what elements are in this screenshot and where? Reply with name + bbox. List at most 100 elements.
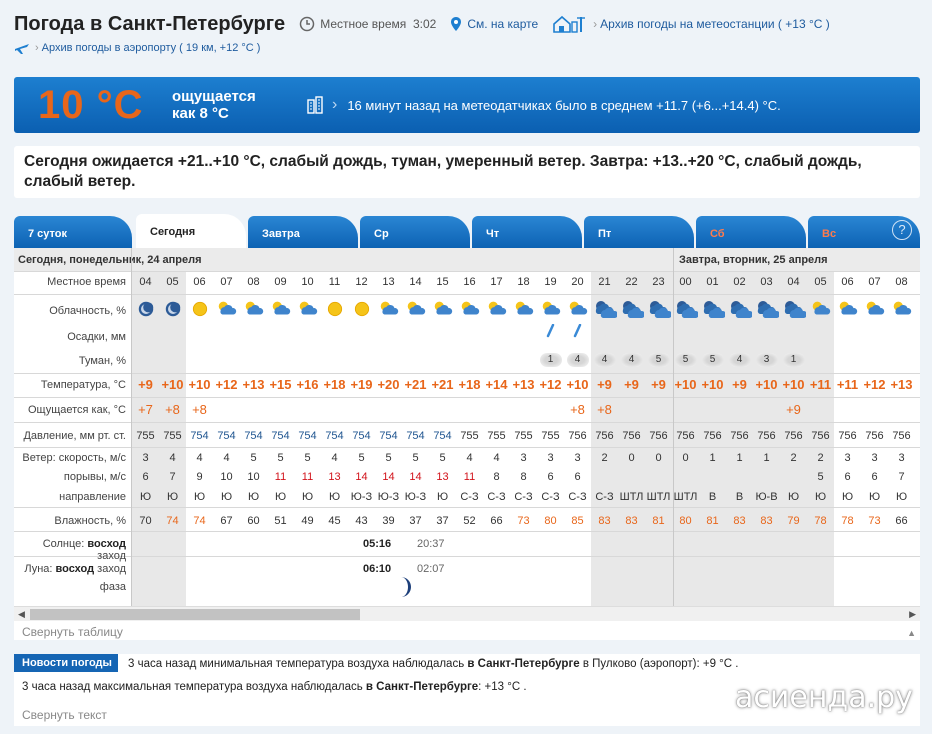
hour-cell: 03 bbox=[760, 276, 773, 288]
direction-cell: Ю bbox=[193, 491, 206, 503]
gusts-cell: 7 bbox=[169, 471, 176, 483]
tab-6[interactable]: Сб bbox=[696, 216, 806, 248]
temperature-cell: +16 bbox=[296, 377, 319, 392]
gusts-cell: 8 bbox=[493, 471, 500, 483]
map-link-label[interactable]: См. на карте bbox=[467, 17, 538, 31]
horizontal-scrollbar[interactable]: ◀ ▶ bbox=[14, 606, 920, 621]
tab-3[interactable]: Ср bbox=[360, 216, 470, 248]
news-text: 3 часа назад максимальная температура во… bbox=[22, 681, 366, 693]
wind-speed-cell: 4 bbox=[223, 452, 230, 464]
sun-cloud-icon bbox=[537, 299, 564, 322]
pressure-cell: 754 bbox=[298, 430, 317, 442]
sun-icon bbox=[321, 299, 348, 322]
fog-value: 4 bbox=[566, 353, 589, 367]
night-cloud-icon bbox=[672, 299, 699, 322]
fog-value: 5 bbox=[647, 353, 670, 367]
chevron-right-icon: › bbox=[35, 42, 39, 54]
gusts-cell: 6 bbox=[871, 471, 878, 483]
collapse-text-link[interactable]: Свернуть текст bbox=[22, 708, 107, 722]
pressure-cell: 756 bbox=[622, 430, 641, 442]
news-text: в Пулково (аэропорт): +9 °C . bbox=[579, 658, 739, 670]
scrollbar-thumb[interactable] bbox=[30, 609, 360, 620]
collapse-table-link[interactable]: Свернуть таблицу bbox=[22, 625, 123, 639]
hour-cell: 22 bbox=[625, 276, 638, 288]
scroll-left-arrow[interactable]: ◀ bbox=[18, 609, 25, 620]
humidity-cell: 37 bbox=[409, 515, 422, 527]
tab-2[interactable]: Завтра bbox=[248, 216, 358, 248]
label-temperature: Температура, °C bbox=[40, 379, 126, 391]
night-cloud-icon bbox=[726, 299, 753, 322]
day-header-today: Сегодня, понедельник, 24 апреля bbox=[14, 248, 673, 271]
help-icon[interactable]: ? bbox=[892, 220, 912, 240]
tab-5[interactable]: Пт bbox=[584, 216, 694, 248]
fog-value: 4 bbox=[728, 353, 751, 367]
row-divider bbox=[14, 447, 920, 448]
sun-cloud-icon bbox=[456, 299, 483, 322]
humidity-cell: 74 bbox=[166, 515, 179, 527]
tab-1[interactable]: Сегодня bbox=[136, 214, 246, 248]
hour-cell: 11 bbox=[328, 276, 341, 288]
label-pressure: Давление, мм рт. ст. bbox=[23, 430, 126, 442]
hour-cell: 08 bbox=[895, 276, 908, 288]
night-cloud-icon bbox=[699, 299, 726, 322]
direction-cell: Ю-З bbox=[404, 491, 427, 503]
temperature-cell: +15 bbox=[269, 377, 292, 392]
hour-cell: 07 bbox=[220, 276, 233, 288]
temperature-cell: +9 bbox=[732, 377, 747, 392]
temperature-cell: +13 bbox=[242, 377, 265, 392]
feels-like: ощущается как 8 °C bbox=[172, 88, 292, 122]
rain-drop-icon bbox=[564, 323, 591, 343]
tab-0[interactable]: 7 суток bbox=[14, 216, 132, 248]
gusts-cell: 6 bbox=[547, 471, 554, 483]
pressure-cell: 756 bbox=[676, 430, 695, 442]
wind-speed-cell: 3 bbox=[898, 452, 905, 464]
day-tabs: Вс Сб Пт Чт Ср Завтра Сегодня 7 суток ? bbox=[14, 214, 920, 248]
wind-speed-cell: 5 bbox=[412, 452, 419, 464]
sun-cloud-icon bbox=[429, 299, 456, 322]
sun-icon bbox=[348, 299, 375, 322]
scroll-right-arrow[interactable]: ▶ bbox=[909, 609, 916, 620]
hour-cell: 14 bbox=[409, 276, 422, 288]
pressure-cell: 755 bbox=[163, 430, 182, 442]
sun-cloud-icon bbox=[267, 299, 294, 322]
buildings-icon bbox=[307, 96, 323, 114]
wind-speed-cell: 2 bbox=[790, 452, 797, 464]
gusts-cell: 11 bbox=[463, 471, 476, 483]
pressure-cell: 755 bbox=[487, 430, 506, 442]
direction-cell: В bbox=[735, 491, 744, 503]
humidity-cell: 83 bbox=[598, 515, 611, 527]
feels-like-cell: +7 bbox=[138, 402, 153, 417]
fog-cell: 4 bbox=[591, 353, 618, 367]
fog-cell: 5 bbox=[672, 353, 699, 367]
hour-cell: 05 bbox=[166, 276, 179, 288]
gusts-cell: 13 bbox=[328, 471, 341, 483]
news-text: : +13 °C . bbox=[478, 681, 527, 693]
direction-cell: Ю bbox=[868, 491, 881, 503]
sunrise-time: 05:16 bbox=[363, 538, 392, 550]
sun-cloud-icon bbox=[240, 299, 267, 322]
collapse-caret-icon[interactable]: ▲ bbox=[907, 628, 916, 638]
tab-4[interactable]: Чт bbox=[472, 216, 582, 248]
feels-like-cell: +8 bbox=[597, 402, 612, 417]
airport-archive-link[interactable]: › Архив погоды в аэропорту ( 19 км, +12 … bbox=[14, 41, 260, 55]
label-moon-set: заход bbox=[97, 563, 126, 575]
humidity-cell: 74 bbox=[193, 515, 206, 527]
label-sun-set: заход bbox=[97, 550, 126, 562]
map-link[interactable]: См. на карте bbox=[450, 16, 538, 32]
fog-cell: 5 bbox=[699, 353, 726, 367]
sun-cloud-icon bbox=[294, 299, 321, 322]
night-cloud-icon bbox=[645, 299, 672, 322]
row-divider bbox=[14, 294, 920, 295]
current-temperature: 10 °C bbox=[38, 82, 144, 127]
chevron-right-icon: › bbox=[593, 17, 598, 31]
wind-speed-cell: 3 bbox=[520, 452, 527, 464]
station-archive-link[interactable]: › Архив погоды на метеостанции ( +13 °C … bbox=[552, 14, 830, 34]
temperature-cell: +10 bbox=[566, 377, 589, 392]
airport-archive-label[interactable]: Архив погоды в аэропорту ( 19 км, +12 °C… bbox=[42, 42, 261, 54]
pressure-cell: 754 bbox=[217, 430, 236, 442]
gusts-cell: 14 bbox=[409, 471, 422, 483]
direction-cell: Ю bbox=[220, 491, 233, 503]
pressure-cell: 756 bbox=[595, 430, 614, 442]
station-archive-label[interactable]: Архив погоды на метеостанции ( +13 °C ) bbox=[600, 17, 830, 31]
direction-cell: Ю bbox=[328, 491, 341, 503]
